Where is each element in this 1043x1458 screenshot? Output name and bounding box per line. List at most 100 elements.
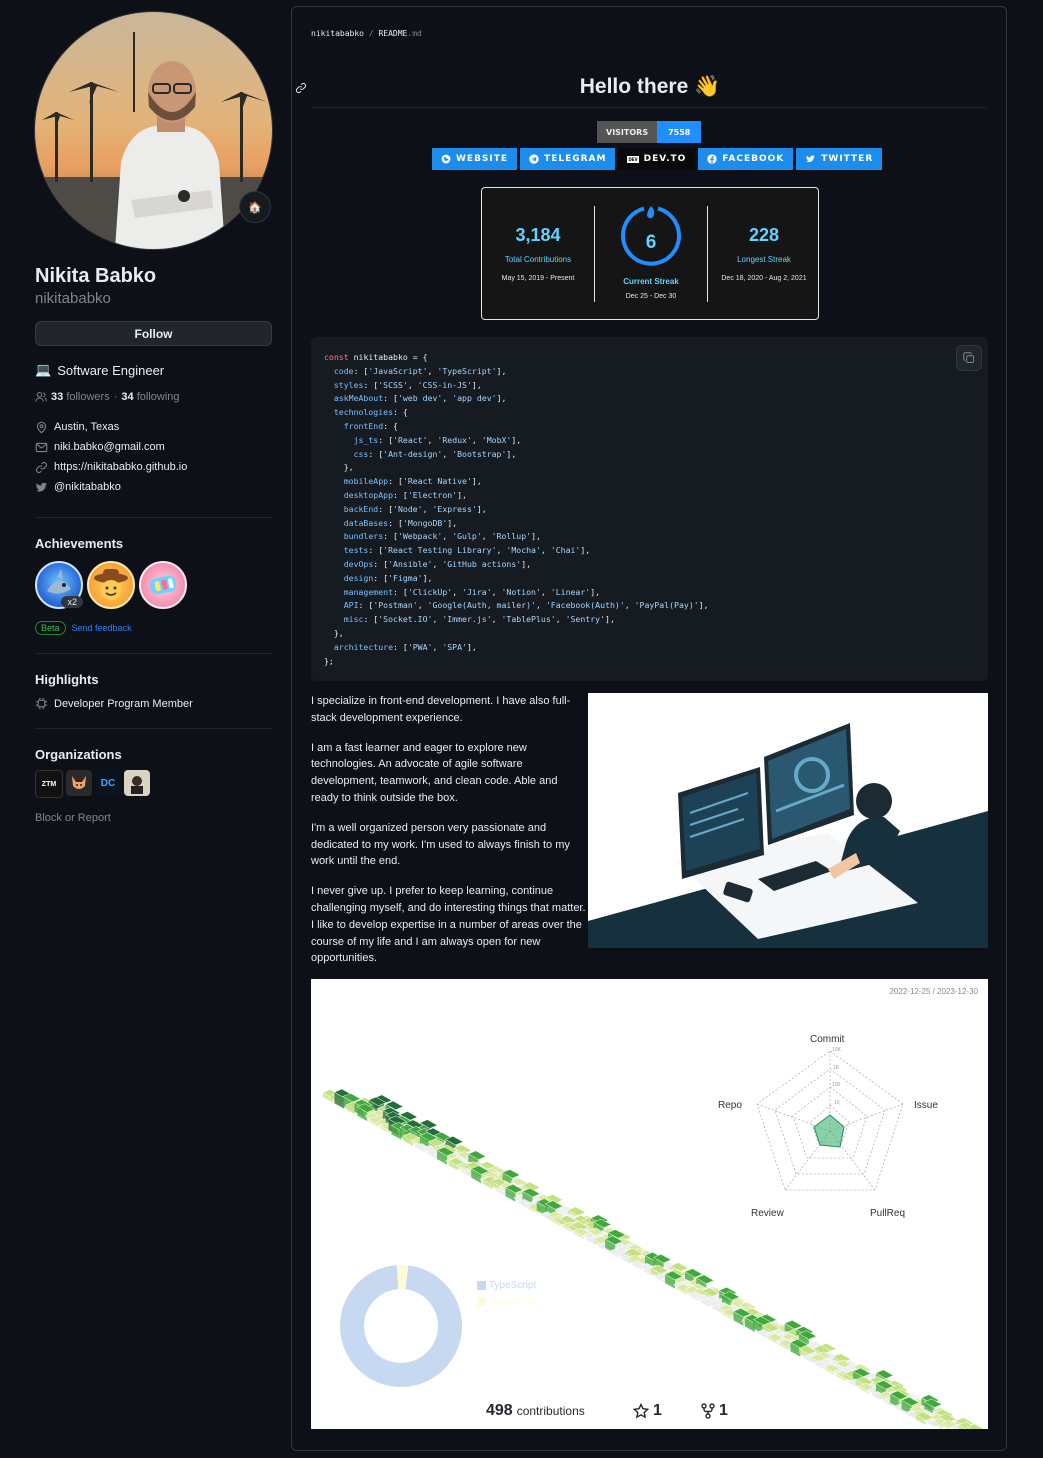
yolo-icon	[149, 575, 177, 595]
stars-count: 1	[653, 1402, 662, 1419]
radar-label-repo: Repo	[718, 1100, 742, 1111]
send-feedback-link[interactable]: Send feedback	[72, 623, 132, 633]
badge-multiplier: x2	[61, 596, 83, 608]
contributions-label: contributions	[516, 1404, 585, 1418]
avatar[interactable]	[35, 12, 272, 249]
email-item[interactable]: niki.babko@gmail.com	[35, 437, 272, 457]
org-person[interactable]	[124, 770, 150, 796]
heading-text: Hello there	[579, 75, 689, 98]
cpu-icon	[35, 697, 48, 710]
beta-row: Beta Send feedback	[35, 621, 272, 635]
following-label: following	[136, 391, 180, 403]
radar-tick: 1K	[833, 1065, 840, 1071]
highlights-section: Highlights Developer Program Member	[35, 653, 272, 710]
code-line: API: ['Postman', 'Google(Auth, mailer)',…	[343, 600, 709, 611]
globe-icon	[441, 154, 451, 164]
telegram-shield[interactable]: TELEGRAM	[520, 148, 616, 170]
email-link[interactable]: niki.babko@gmail.com	[54, 441, 165, 453]
about-paragraph: I'm a well organized person very passion…	[311, 821, 570, 868]
legend-label: JavaScript	[489, 1296, 536, 1307]
devto-icon: DEV	[627, 155, 639, 163]
facebook-icon	[707, 154, 717, 164]
twitter-link[interactable]: @nikitababko	[54, 481, 121, 493]
code-line: management: ['ClickUp', 'Jira', 'Notion'…	[343, 586, 601, 597]
following-count: 34	[121, 391, 134, 403]
facebook-shield[interactable]: FACEBOOK	[698, 148, 794, 170]
profile-sidebar: 🏠 Nikita Babko nikitababko Follow 💻 Soft…	[35, 12, 272, 824]
code-line: dataBases: ['MongoDB'],	[343, 517, 458, 528]
following-link[interactable]: 34 following	[121, 391, 179, 403]
breadcrumb-file[interactable]: README	[378, 29, 407, 38]
org-ztm-logo: ZTM	[41, 780, 57, 788]
followers-count: 33	[51, 391, 64, 403]
block-or-report-link[interactable]: Block or Report	[35, 812, 272, 824]
org-ztm[interactable]: ZTM	[35, 770, 63, 798]
developer-program-item[interactable]: Developer Program Member	[35, 697, 272, 710]
total-contributions-label: Total Contributions	[504, 255, 572, 264]
code-line: design: ['Figma'],	[343, 572, 433, 583]
radar-label-pullreq: PullReq	[870, 1208, 906, 1219]
metrics-card: 2022-12-25 / 2023-12-30 Commit Issue Pul…	[311, 979, 988, 1429]
wave-icon: 👋	[694, 75, 721, 98]
radar-tick: 100	[832, 1082, 841, 1088]
website-item[interactable]: https://nikitababko.github.io	[35, 457, 272, 477]
about-paragraph: I specialize in front-end development. I…	[311, 695, 571, 724]
profile-name: Nikita Babko	[35, 265, 157, 287]
org-dc[interactable]: DC	[95, 770, 121, 796]
people-icon	[35, 392, 47, 402]
code-block: const nikitababko = { code: ['JavaScript…	[311, 337, 988, 681]
yolo-badge[interactable]	[139, 561, 187, 609]
pull-shark-badge[interactable]: x2	[35, 561, 83, 609]
profile-login: nikitababko	[35, 290, 111, 307]
profile-bio: 💻 Software Engineer	[35, 362, 272, 378]
website-link[interactable]: https://nikitababko.github.io	[54, 461, 187, 473]
website-shield[interactable]: WEBSITE	[432, 148, 518, 170]
devto-shield[interactable]: DEV DEV.TO	[618, 148, 696, 170]
forks-count: 1	[719, 1402, 728, 1419]
code-line: const nikitababko = {	[324, 352, 428, 362]
organization-list: ZTM DC	[35, 770, 272, 798]
legend-label: TypeScript	[489, 1280, 537, 1291]
social-shields: WEBSITE TELEGRAM DEV DEV.TO FACEBOOK TWI…	[432, 148, 883, 170]
language-donut-chart	[340, 1265, 462, 1387]
facebook-shield-label: FACEBOOK	[722, 154, 785, 164]
twitter-shield[interactable]: TWITTER	[796, 148, 883, 170]
copy-button[interactable]	[956, 345, 982, 371]
yolo-cowboy-badge[interactable]	[87, 561, 135, 609]
follow-button[interactable]: Follow	[35, 321, 272, 346]
code-line: };	[324, 655, 334, 666]
breadcrumb-user[interactable]: nikitababko	[311, 29, 364, 38]
legend-swatch	[477, 1297, 486, 1306]
contributions-count: 498	[486, 1402, 513, 1419]
status-emoji[interactable]: 🏠	[239, 191, 271, 223]
visitors-badge: VISITORS 7558	[597, 121, 702, 143]
about-paragraph: I never give up. I prefer to keep learni…	[311, 885, 586, 965]
about-text: I specialize in front-end development. I…	[311, 693, 587, 980]
achievements-section: Achievements x2 Beta Send feedback	[35, 517, 272, 635]
twitter-shield-label: TWITTER	[821, 154, 874, 164]
total-contributions-col: 3,184 Total Contributions May 15, 2019 -…	[482, 188, 594, 282]
code-line: architecture: ['PWA', 'SPA'],	[333, 641, 477, 652]
fork-icon	[701, 1403, 715, 1419]
breadcrumb: nikitababko / README.md	[311, 29, 422, 38]
stats-separator: ·	[113, 391, 118, 403]
code-line: styles: ['SCSS', 'CSS-in-JS'],	[333, 379, 482, 390]
legend-swatch	[477, 1281, 486, 1290]
followers-link[interactable]: 33 followers	[51, 391, 110, 403]
readme-heading: Hello there 👋	[292, 75, 1008, 99]
developer-program-label: Developer Program Member	[54, 697, 193, 710]
person-icon	[131, 776, 143, 794]
code-line: css: ['Ant-design', 'Bootstrap'],	[353, 448, 517, 459]
achievement-badges: x2	[35, 561, 272, 609]
twitter-item[interactable]: @nikitababko	[35, 477, 272, 497]
beta-label: Beta	[35, 621, 66, 635]
twitter-icon	[806, 155, 816, 163]
org-fox[interactable]	[66, 770, 92, 796]
code-line: misc: ['Socket.IO', 'Immer.js', 'TablePl…	[343, 614, 615, 625]
highlights-title: Highlights	[35, 672, 99, 687]
legend-item: JavaScript	[477, 1296, 536, 1307]
current-streak-col: 6 Current Streak Dec 25 - Dec 30	[595, 188, 707, 300]
code-line: tests: ['React Testing Library', 'Mocha'…	[343, 545, 591, 556]
copy-icon	[963, 352, 974, 363]
code-line: js_ts: ['React', 'Redux', 'MobX'],	[353, 434, 522, 445]
